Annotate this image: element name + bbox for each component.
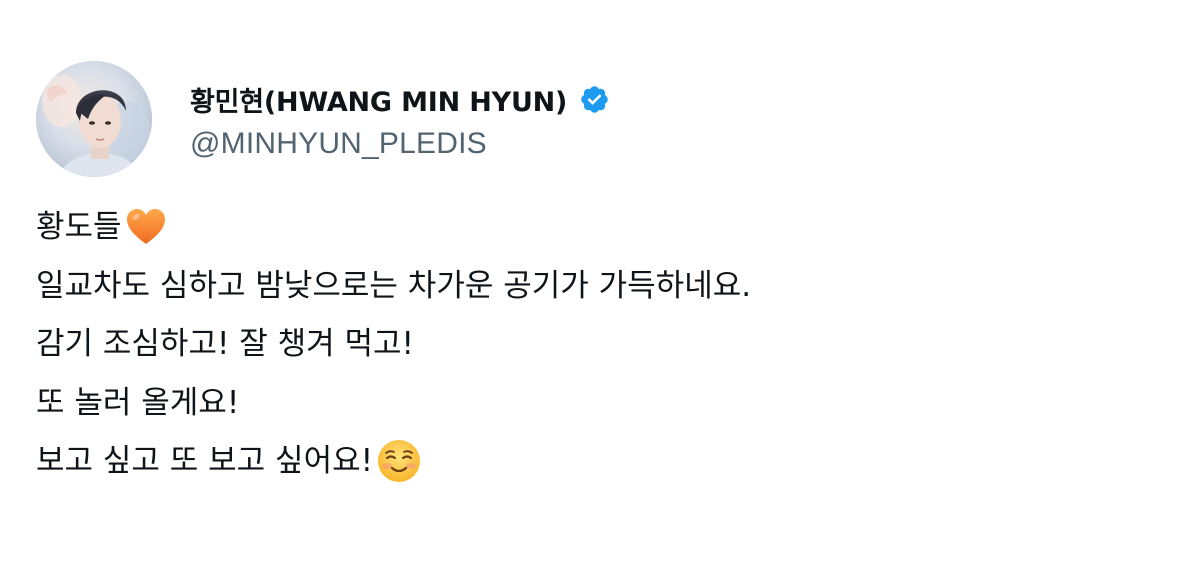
author-handle[interactable]: @MINHYUN_PLEDIS xyxy=(190,127,610,161)
tweet-line-text: 보고 싶고 또 보고 싶어요! xyxy=(36,443,374,479)
avatar-image xyxy=(36,61,152,177)
tweet-header: 황민현(HWANG MIN HYUN) @MINHYUN_PLEDIS xyxy=(36,60,610,178)
tweet-line-text: 황도들 xyxy=(36,209,122,245)
verified-badge-icon[interactable] xyxy=(579,84,610,115)
tweet-text: 황도들 일교차도 심하고 밤낮으로는 차가운 공기가 가득하네요. 감기 조심하… xyxy=(36,198,1166,491)
smiling-face-icon xyxy=(375,437,423,485)
orange-heart-icon xyxy=(124,205,168,249)
tweet-line: 황도들 xyxy=(36,198,1166,257)
display-name[interactable]: 황민현(HWANG MIN HYUN) xyxy=(190,80,567,119)
avatar[interactable] xyxy=(36,61,152,177)
tweet-line-text: 감기 조심하고! 잘 챙겨 먹고! xyxy=(36,326,414,362)
display-name-row: 황민현(HWANG MIN HYUN) xyxy=(190,77,610,121)
tweet-card: 황민현(HWANG MIN HYUN) @MINHYUN_PLEDIS 황도들 xyxy=(0,0,1200,566)
tweet-line: 또 놀러 올게요! xyxy=(36,374,1166,433)
tweet-line: 보고 싶고 또 보고 싶어요! xyxy=(36,432,1166,491)
tweet-line-text: 또 놀러 올게요! xyxy=(36,384,240,421)
tweet-line-text: 일교차도 심하고 밤낮으로는 차가운 공기가 가득하네요. xyxy=(36,267,752,304)
tweet-line: 감기 조심하고! 잘 챙겨 먹고! xyxy=(36,315,1166,374)
author-names: 황민현(HWANG MIN HYUN) @MINHYUN_PLEDIS xyxy=(190,77,610,161)
tweet-line: 일교차도 심하고 밤낮으로는 차가운 공기가 가득하네요. xyxy=(36,257,1166,316)
